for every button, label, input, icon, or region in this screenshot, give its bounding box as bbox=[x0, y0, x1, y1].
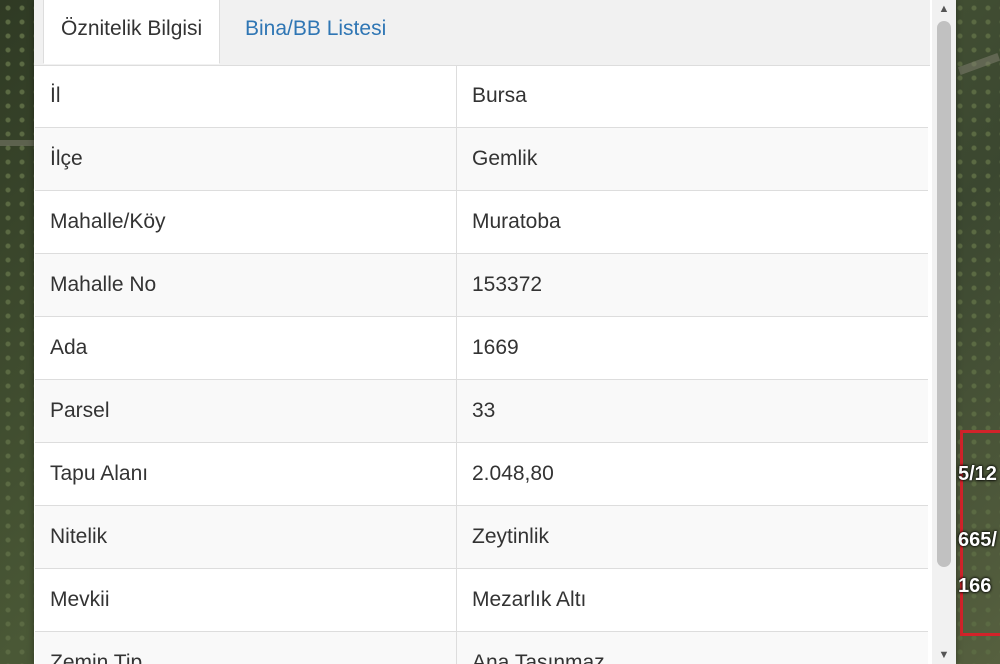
scroll-down-icon[interactable]: ▼ bbox=[932, 646, 956, 664]
attribute-key: Ada bbox=[35, 317, 457, 379]
attribute-value: Muratoba bbox=[472, 210, 561, 233]
attribute-value: Mezarlık Altı bbox=[472, 588, 587, 611]
table-row: Nitelik Zeytinlik bbox=[35, 506, 928, 569]
map-parcel-label: 665/ bbox=[958, 529, 997, 551]
attribute-value: Bursa bbox=[472, 84, 527, 107]
table-row: Mevkii Mezarlık Altı bbox=[35, 569, 928, 632]
attribute-value: Gemlik bbox=[472, 147, 538, 170]
tab-oznitelik-bilgisi[interactable]: Öznitelik Bilgisi bbox=[43, 0, 221, 64]
attribute-key: İlçe bbox=[35, 128, 457, 190]
vertical-scrollbar[interactable]: ▲ ▼ bbox=[932, 0, 956, 664]
scroll-up-icon[interactable]: ▲ bbox=[932, 0, 956, 18]
attribute-value: 33 bbox=[472, 399, 496, 422]
attribute-key: Mahalle/Köy bbox=[35, 191, 457, 253]
map-road bbox=[0, 140, 34, 146]
tab-bina-bb-listesi[interactable]: Bina/BB Listesi bbox=[228, 0, 403, 64]
table-row: İl Bursa bbox=[35, 65, 928, 128]
attribute-key: Mahalle No bbox=[35, 254, 457, 316]
info-panel: Öznitelik Bilgisi Bina/BB Listesi İl Bur… bbox=[34, 0, 956, 664]
table-row: Mahalle No 153372 bbox=[35, 254, 928, 317]
table-row: Ada 1669 bbox=[35, 317, 928, 380]
attribute-value: 2.048,80 bbox=[472, 462, 554, 485]
attribute-key: Parsel bbox=[35, 380, 457, 442]
attribute-key: Tapu Alanı bbox=[35, 443, 457, 505]
table-row: Mahalle/Köy Muratoba bbox=[35, 191, 928, 254]
attribute-value: 1669 bbox=[472, 336, 519, 359]
attribute-value: Zeytinlik bbox=[472, 525, 550, 548]
map-road bbox=[957, 53, 1000, 75]
map-parcel-label: 5/12 bbox=[958, 463, 997, 485]
attribute-key: Zemin Tip bbox=[35, 632, 457, 664]
map-parcel-label: 166 bbox=[958, 575, 992, 597]
table-row: İlçe Gemlik bbox=[35, 128, 928, 191]
table-row: Zemin Tip Ana Taşınmaz bbox=[35, 632, 928, 664]
scrollbar-thumb[interactable] bbox=[937, 21, 951, 567]
attribute-key: Mevkii bbox=[35, 569, 457, 631]
attribute-key: İl bbox=[35, 65, 457, 127]
attribute-table: İl Bursa İlçe Gemlik Mahalle/Köy Muratob… bbox=[35, 65, 928, 664]
tab-bar: Öznitelik Bilgisi Bina/BB Listesi bbox=[34, 0, 930, 66]
table-row: Tapu Alanı 2.048,80 bbox=[35, 443, 928, 506]
attribute-value: 153372 bbox=[472, 273, 543, 296]
attribute-value: Ana Taşınmaz bbox=[472, 651, 605, 664]
attribute-key: Nitelik bbox=[35, 506, 457, 568]
table-row: Parsel 33 bbox=[35, 380, 928, 443]
